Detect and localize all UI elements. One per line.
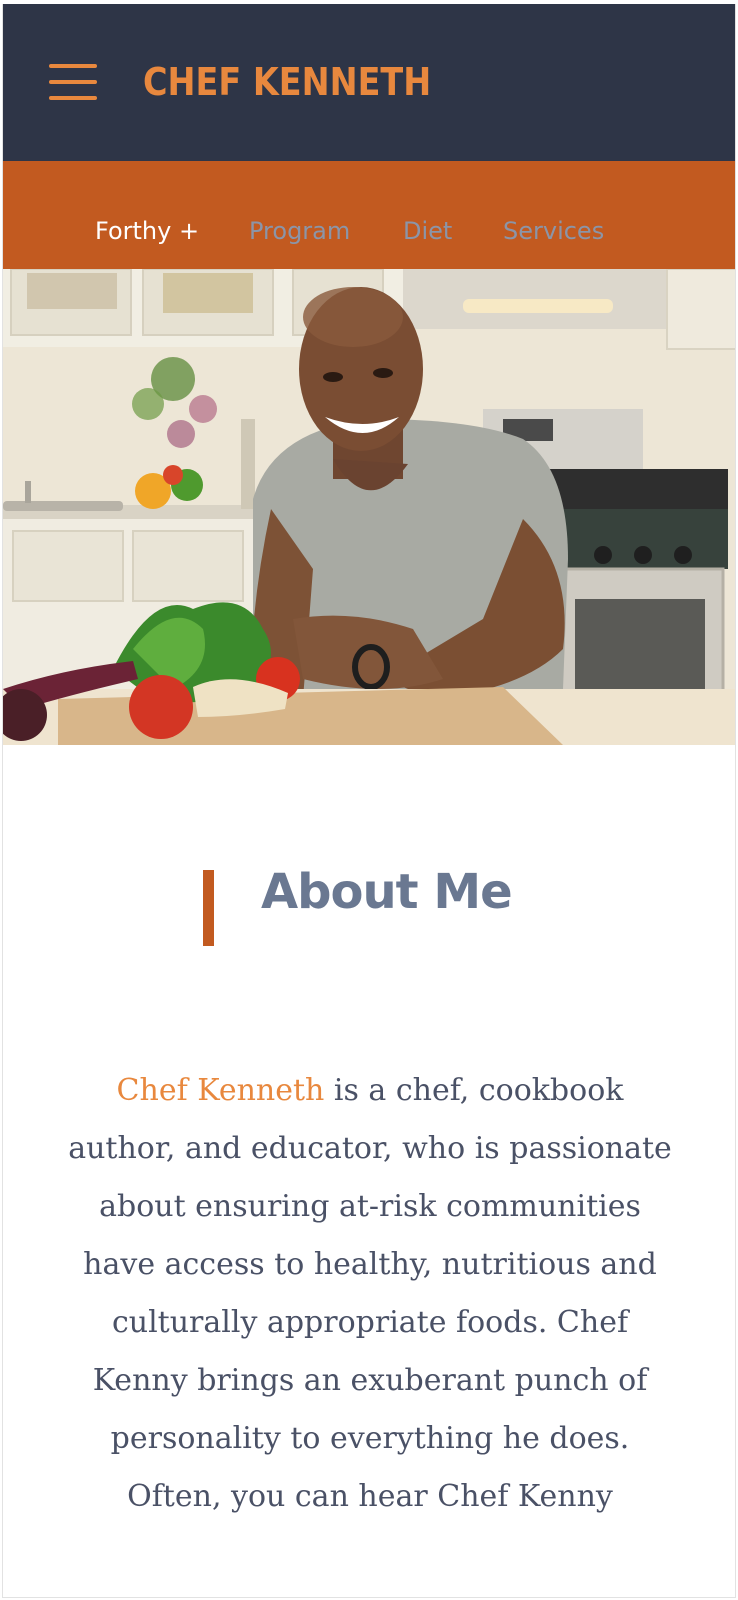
hamburger-menu-icon[interactable] (49, 64, 97, 102)
about-bio: Chef Kenneth is a chef, cookbook author,… (63, 1062, 677, 1526)
hero-photo (3, 269, 735, 745)
menu-bar (49, 80, 97, 84)
nav-item-program[interactable]: Program (249, 217, 350, 245)
hero-illustration (3, 269, 735, 745)
about-accent-bar (203, 870, 214, 946)
brand-title[interactable]: CHEF KENNETH (143, 60, 431, 104)
main-nav: Forthy + Program Diet Services (3, 161, 735, 269)
about-bio-text: is a chef, cookbook author, and educator… (68, 1073, 672, 1514)
menu-bar (49, 96, 97, 100)
page-frame: CHEF KENNETH Forthy + Program Diet Servi… (2, 4, 736, 1598)
top-header: CHEF KENNETH (3, 4, 735, 161)
nav-item-services[interactable]: Services (503, 217, 604, 245)
nav-item-diet[interactable]: Diet (403, 217, 452, 245)
about-title: About Me (261, 864, 513, 920)
menu-bar (49, 64, 97, 68)
chef-name-highlight: Chef Kenneth (116, 1073, 325, 1108)
nav-item-forthy[interactable]: Forthy + (95, 217, 199, 245)
